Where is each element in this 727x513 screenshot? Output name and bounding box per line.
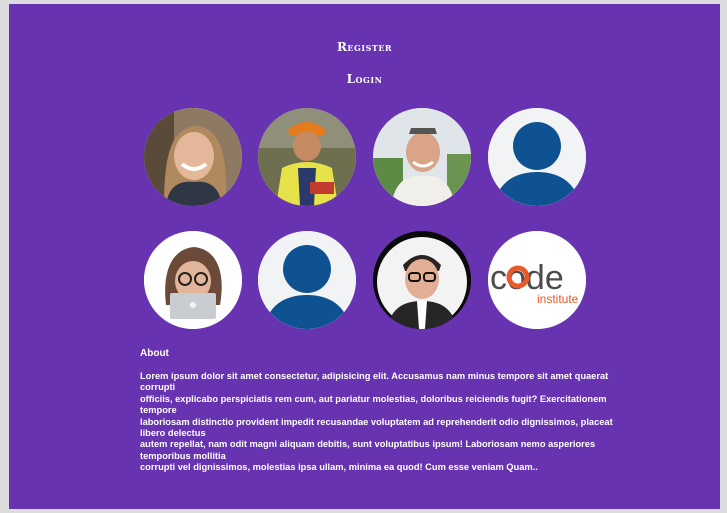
about-line: Lorem ipsum dolor sit amet consectetur, … <box>140 371 609 393</box>
default-user-icon <box>488 108 586 206</box>
browser-viewport: Register Login code institute About Lore… <box>0 0 727 513</box>
register-link[interactable]: Register <box>9 40 720 54</box>
man-with-sunglasses-photo <box>373 108 471 206</box>
about-line: autem repellat, nam odit magni aliquam d… <box>140 439 596 461</box>
logo-text-institute: institute <box>537 292 579 306</box>
about-line: laboriosam distinctio provident impedit … <box>140 416 613 439</box>
code-institute-logo-icon: code institute <box>488 231 586 329</box>
team-member-photo-1 <box>144 108 242 206</box>
man-outdoors-photo <box>258 108 356 206</box>
about-line: officiis, explicabo perspiciatis rem cum… <box>140 393 607 416</box>
page-body: Register Login code institute About Lore… <box>9 4 720 509</box>
memoji-laptop-avatar <box>144 231 242 329</box>
team-member-placeholder-1 <box>488 108 586 206</box>
about-heading: About <box>140 348 169 359</box>
team-member-placeholder-2 <box>258 231 356 329</box>
man-with-glasses-photo <box>373 231 471 329</box>
code-institute-logo: code institute <box>488 231 586 329</box>
woman-smiling-photo <box>144 108 242 206</box>
team-member-photo-4 <box>373 231 471 329</box>
about-paragraph: Lorem ipsum dolor sit amet consectetur, … <box>140 371 630 474</box>
about-line: corrupti vel dignissimos, molestias ipsa… <box>140 462 538 473</box>
default-user-icon <box>258 231 356 329</box>
team-member-photo-3 <box>373 108 471 206</box>
login-link[interactable]: Login <box>9 72 720 86</box>
team-member-photo-2 <box>258 108 356 206</box>
team-member-avatar-1 <box>144 231 242 329</box>
